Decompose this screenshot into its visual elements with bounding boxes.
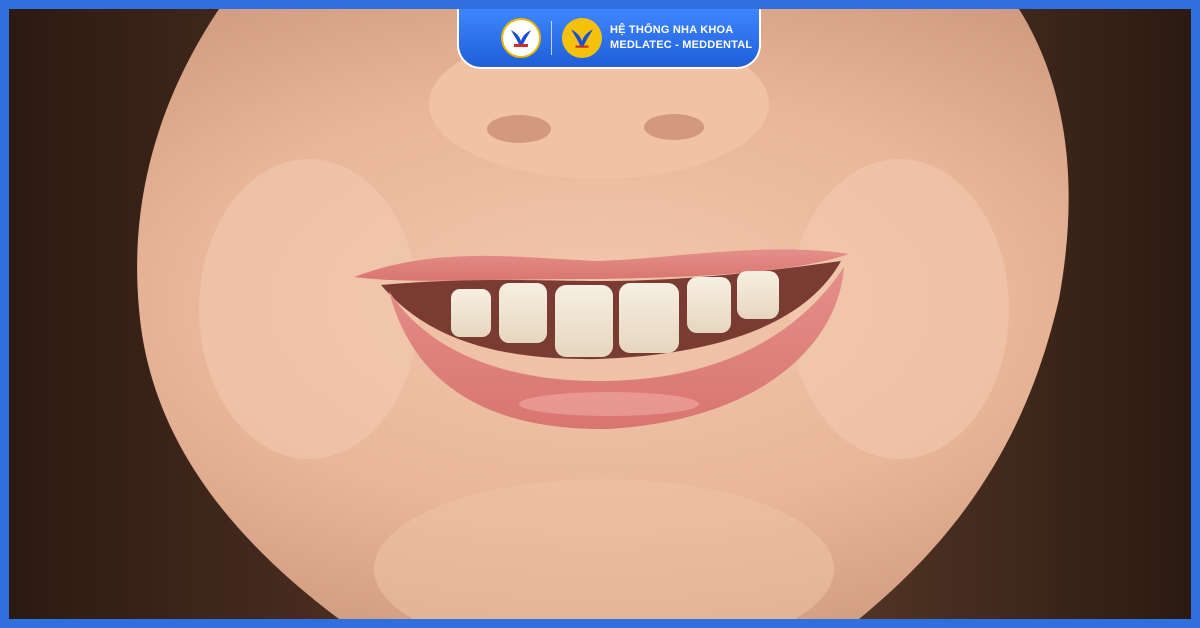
- brand-line-1: HỆ THỐNG NHA KHOA: [610, 24, 734, 36]
- meddental-logo-icon: [501, 18, 541, 58]
- image-frame: HỆ THỐNG NHA KHOA MEDLATEC - MEDDENTAL: [0, 0, 1200, 628]
- medlatec-logo-icon: [562, 18, 602, 58]
- brand-line-2: MEDLATEC - MEDDENTAL: [610, 39, 753, 51]
- smiling-mouth-photo: [9, 9, 1191, 619]
- brand-badge: HỆ THỐNG NHA KHOA MEDLATEC - MEDDENTAL: [459, 9, 759, 67]
- brand-text: HỆ THỐNG NHA KHOA MEDLATEC - MEDDENTAL: [610, 23, 752, 53]
- logo-divider: [551, 21, 552, 55]
